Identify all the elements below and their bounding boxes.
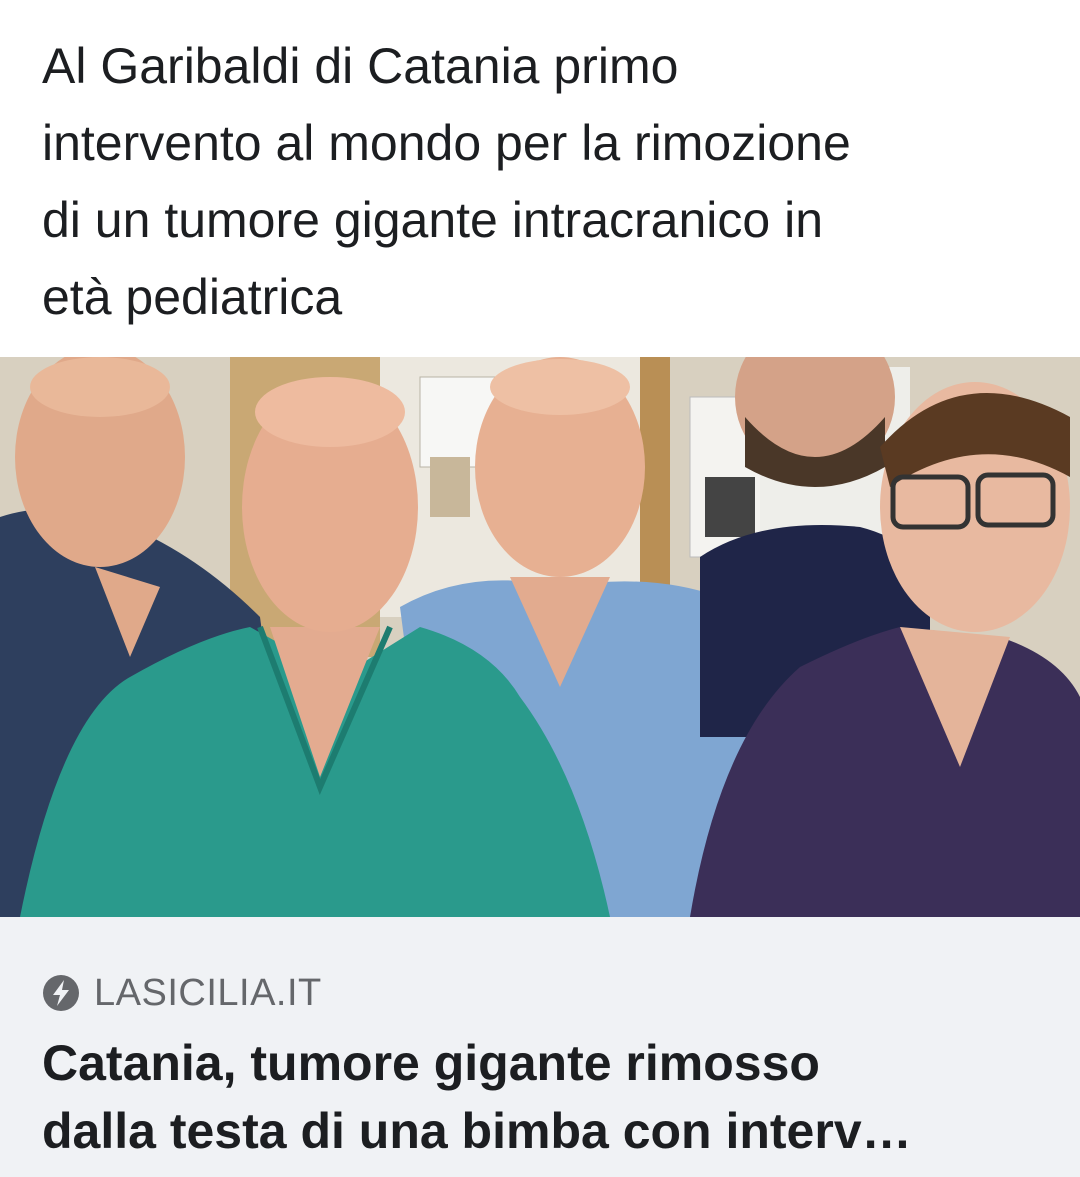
- link-preview-card[interactable]: LASICILIA.IT Catania, tumore gigante rim…: [0, 357, 1080, 1177]
- post-text: Al Garibaldi di Catania primo intervento…: [42, 38, 851, 325]
- link-preview-footer[interactable]: LASICILIA.IT Catania, tumore gigante rim…: [0, 917, 1080, 1177]
- lightning-bolt-icon: [42, 974, 80, 1012]
- post: Al Garibaldi di Catania primo intervento…: [0, 0, 1080, 1177]
- link-preview-image[interactable]: [0, 357, 1080, 917]
- source-domain: LASICILIA.IT: [94, 971, 322, 1014]
- link-source: LASICILIA.IT: [42, 969, 322, 1017]
- link-preview-title[interactable]: Catania, tumore gigante rimosso dalla te…: [42, 1029, 1052, 1165]
